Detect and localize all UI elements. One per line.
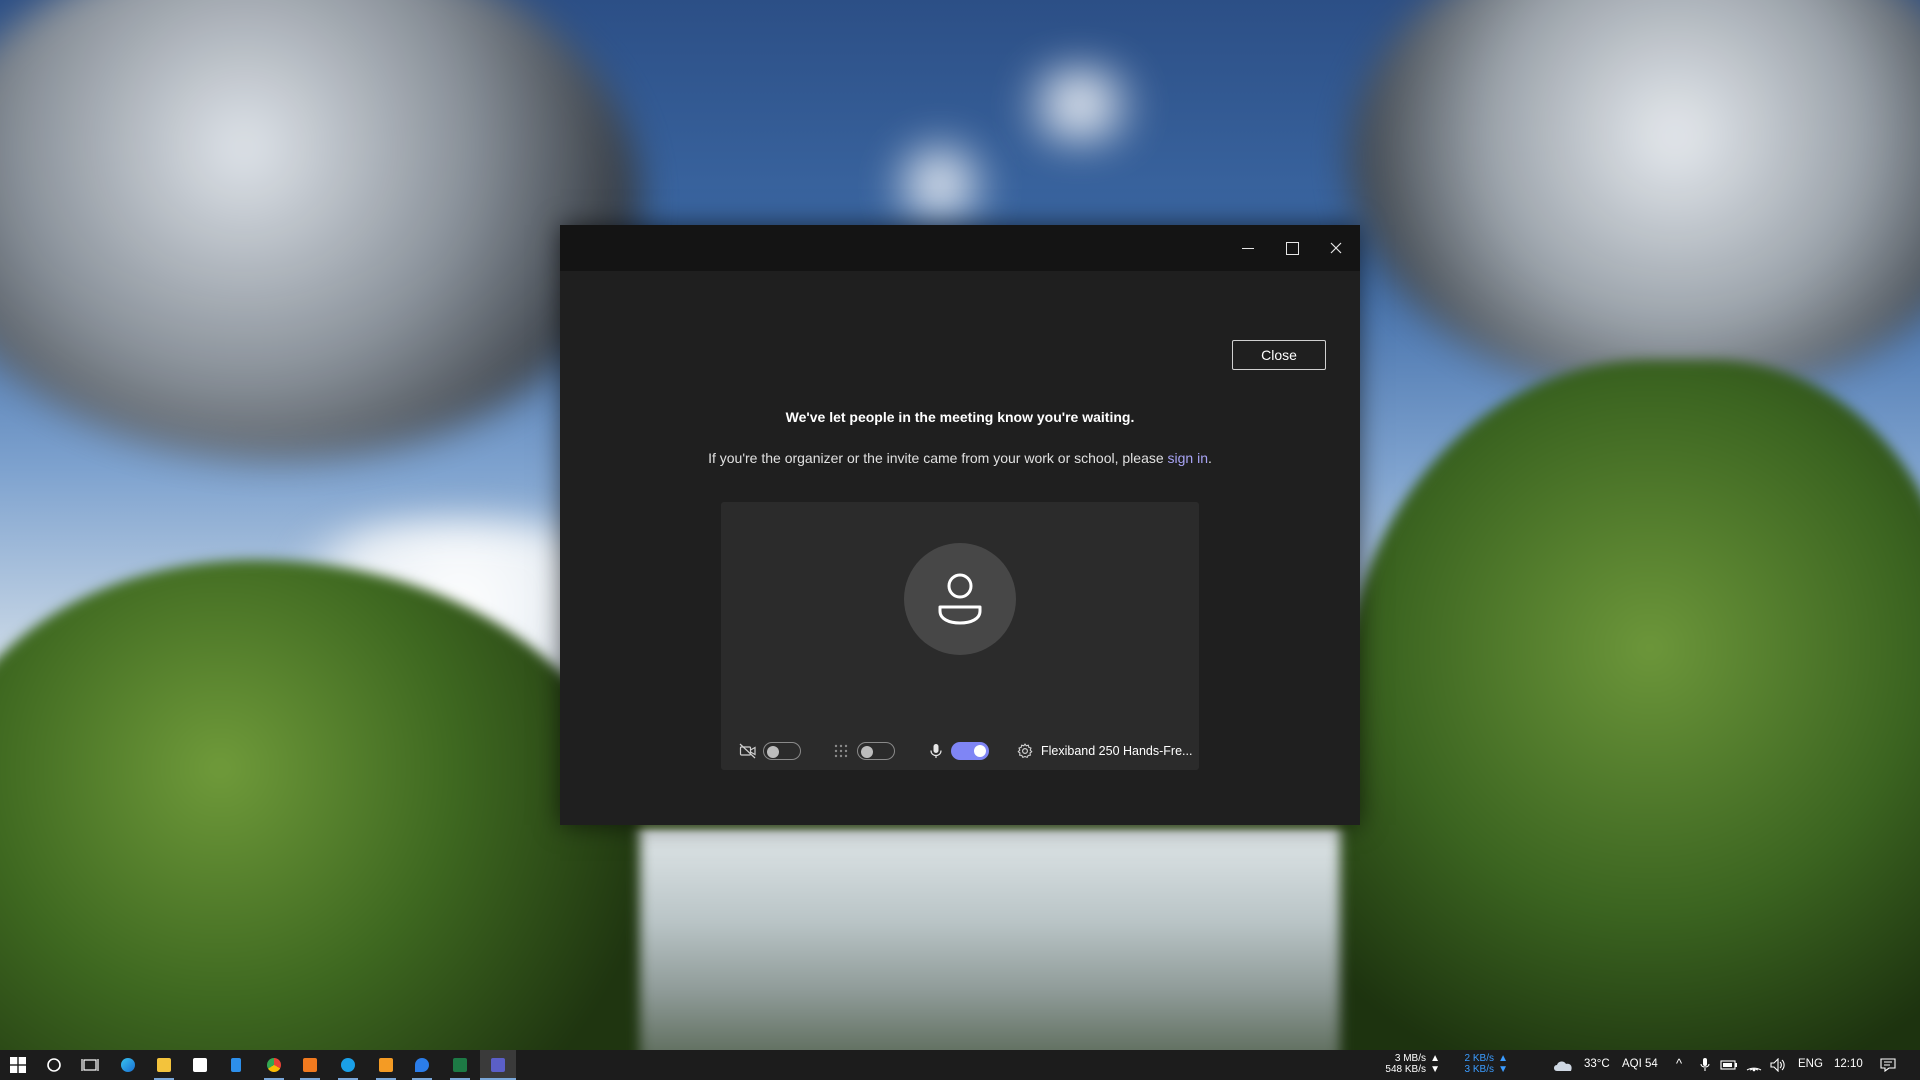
signin-link[interactable]: sign in	[1168, 450, 1208, 466]
avatar	[904, 543, 1016, 655]
window-close-button[interactable]	[1314, 225, 1358, 271]
toggle-knob	[861, 746, 873, 758]
device-settings[interactable]: Flexiband 250 Hands-Fre...	[1017, 736, 1192, 766]
camera-off-icon	[739, 743, 756, 759]
wallpaper-cloud	[1350, 0, 1920, 400]
signin-prompt: If you're the organizer or the invite ca…	[560, 450, 1360, 466]
window-content: Close We've let people in the meeting kn…	[560, 271, 1360, 825]
maximize-button[interactable]	[1270, 225, 1314, 271]
taskbar-notepad[interactable]	[218, 1050, 254, 1080]
battery-icon[interactable]	[1720, 1059, 1738, 1071]
network-speed-primary: 3 MB/s 548 KB/s	[1370, 1053, 1426, 1075]
toggle-knob	[767, 746, 779, 758]
taskbar: 3 MB/s 548 KB/s ▲ ▼ 2 KB/s 3 KB/s ▲ ▼ 33°C…	[0, 1050, 1920, 1080]
microphone-icon	[930, 744, 942, 758]
video-preview: Flexiband 250 Hands-Fre...	[721, 502, 1199, 770]
chrome-icon	[267, 1058, 281, 1072]
cortana-icon	[47, 1058, 61, 1072]
person-icon	[938, 573, 982, 625]
taskbar-maps[interactable]	[404, 1050, 440, 1080]
preview-controls: Flexiband 250 Hands-Fre...	[721, 736, 1199, 766]
wallpaper-cloud	[1000, 60, 1160, 150]
start-button[interactable]	[0, 1050, 36, 1080]
camera-toggle[interactable]	[763, 742, 801, 760]
task-view-icon	[81, 1059, 99, 1071]
minimize-button[interactable]	[1226, 225, 1270, 271]
up-arrow-icon: ▲	[1498, 1053, 1508, 1064]
search-button[interactable]	[36, 1050, 72, 1080]
audio-device-label: Flexiband 250 Hands-Fre...	[1041, 744, 1193, 758]
taskbar-teams[interactable]	[480, 1050, 516, 1080]
window-titlebar[interactable]	[560, 225, 1360, 271]
input-language[interactable]: ENG	[1798, 1058, 1823, 1070]
wallpaper-cloud	[880, 130, 1000, 240]
taskbar-skype[interactable]	[330, 1050, 366, 1080]
edge-icon	[121, 1058, 135, 1072]
air-quality-index[interactable]: AQI 54	[1622, 1058, 1658, 1070]
excel-icon	[453, 1058, 467, 1072]
background-blur-icon	[834, 744, 848, 758]
net-down-value: 548 KB/s	[1385, 1064, 1426, 1075]
action-center-icon[interactable]	[1880, 1058, 1896, 1072]
clock-time[interactable]: 12:10	[1834, 1058, 1863, 1070]
signin-prompt-end: .	[1208, 450, 1212, 466]
wallpaper-cloud	[0, 0, 640, 460]
background-blur-control	[833, 736, 895, 766]
net2-down-value: 3 KB/s	[1464, 1064, 1494, 1075]
gear-icon	[1017, 743, 1033, 758]
sublime-icon	[379, 1058, 393, 1072]
taskbar-store[interactable]	[182, 1050, 218, 1080]
weather-cloud-icon[interactable]	[1552, 1058, 1574, 1072]
down-arrow-icon: ▼	[1498, 1064, 1508, 1075]
teams-icon	[491, 1058, 505, 1072]
store-icon	[193, 1058, 207, 1072]
taskbar-chrome[interactable]	[256, 1050, 292, 1080]
waiting-heading: We've let people in the meeting know you…	[785, 409, 1135, 425]
minimize-icon	[1242, 247, 1254, 249]
net-up-value: 3 MB/s	[1394, 1053, 1426, 1064]
teams-window: Close We've let people in the meeting kn…	[560, 225, 1360, 825]
net2-arrows: ▲ ▼	[1498, 1053, 1508, 1075]
taskbar-excel[interactable]	[442, 1050, 478, 1080]
weather-temperature[interactable]: 33°C	[1584, 1058, 1610, 1070]
show-hidden-icons-chevron-icon[interactable]: ^	[1676, 1056, 1682, 1071]
app-orange-icon	[303, 1058, 317, 1072]
network-speed-secondary: 2 KB/s 3 KB/s	[1452, 1053, 1494, 1075]
net2-up-value: 2 KB/s	[1464, 1053, 1494, 1064]
microphone-tray-icon[interactable]	[1700, 1058, 1710, 1072]
close-button[interactable]: Close	[1232, 340, 1326, 370]
down-arrow-icon: ▼	[1430, 1064, 1440, 1075]
windows-logo-icon	[10, 1057, 26, 1073]
signin-prompt-text: If you're the organizer or the invite ca…	[708, 450, 1168, 466]
maps-icon	[415, 1058, 429, 1072]
taskbar-app-orange[interactable]	[292, 1050, 328, 1080]
notepad-icon	[231, 1058, 241, 1072]
folder-icon	[157, 1058, 171, 1072]
net-arrows: ▲ ▼	[1430, 1053, 1440, 1075]
wifi-icon[interactable]	[1746, 1058, 1762, 1072]
maximize-icon	[1285, 241, 1299, 255]
toggle-knob	[974, 745, 986, 757]
taskbar-file-explorer[interactable]	[146, 1050, 182, 1080]
mic-control	[929, 736, 989, 766]
taskbar-sublime[interactable]	[368, 1050, 404, 1080]
close-icon	[1330, 242, 1342, 254]
skype-icon	[341, 1058, 355, 1072]
video-control	[739, 736, 801, 766]
background-blur-toggle[interactable]	[857, 742, 895, 760]
task-view-button[interactable]	[72, 1050, 108, 1080]
microphone-toggle[interactable]	[951, 742, 989, 760]
taskbar-edge[interactable]	[110, 1050, 146, 1080]
up-arrow-icon: ▲	[1430, 1053, 1440, 1064]
wallpaper-trees-right	[1340, 360, 1920, 1050]
volume-icon[interactable]	[1770, 1058, 1786, 1072]
